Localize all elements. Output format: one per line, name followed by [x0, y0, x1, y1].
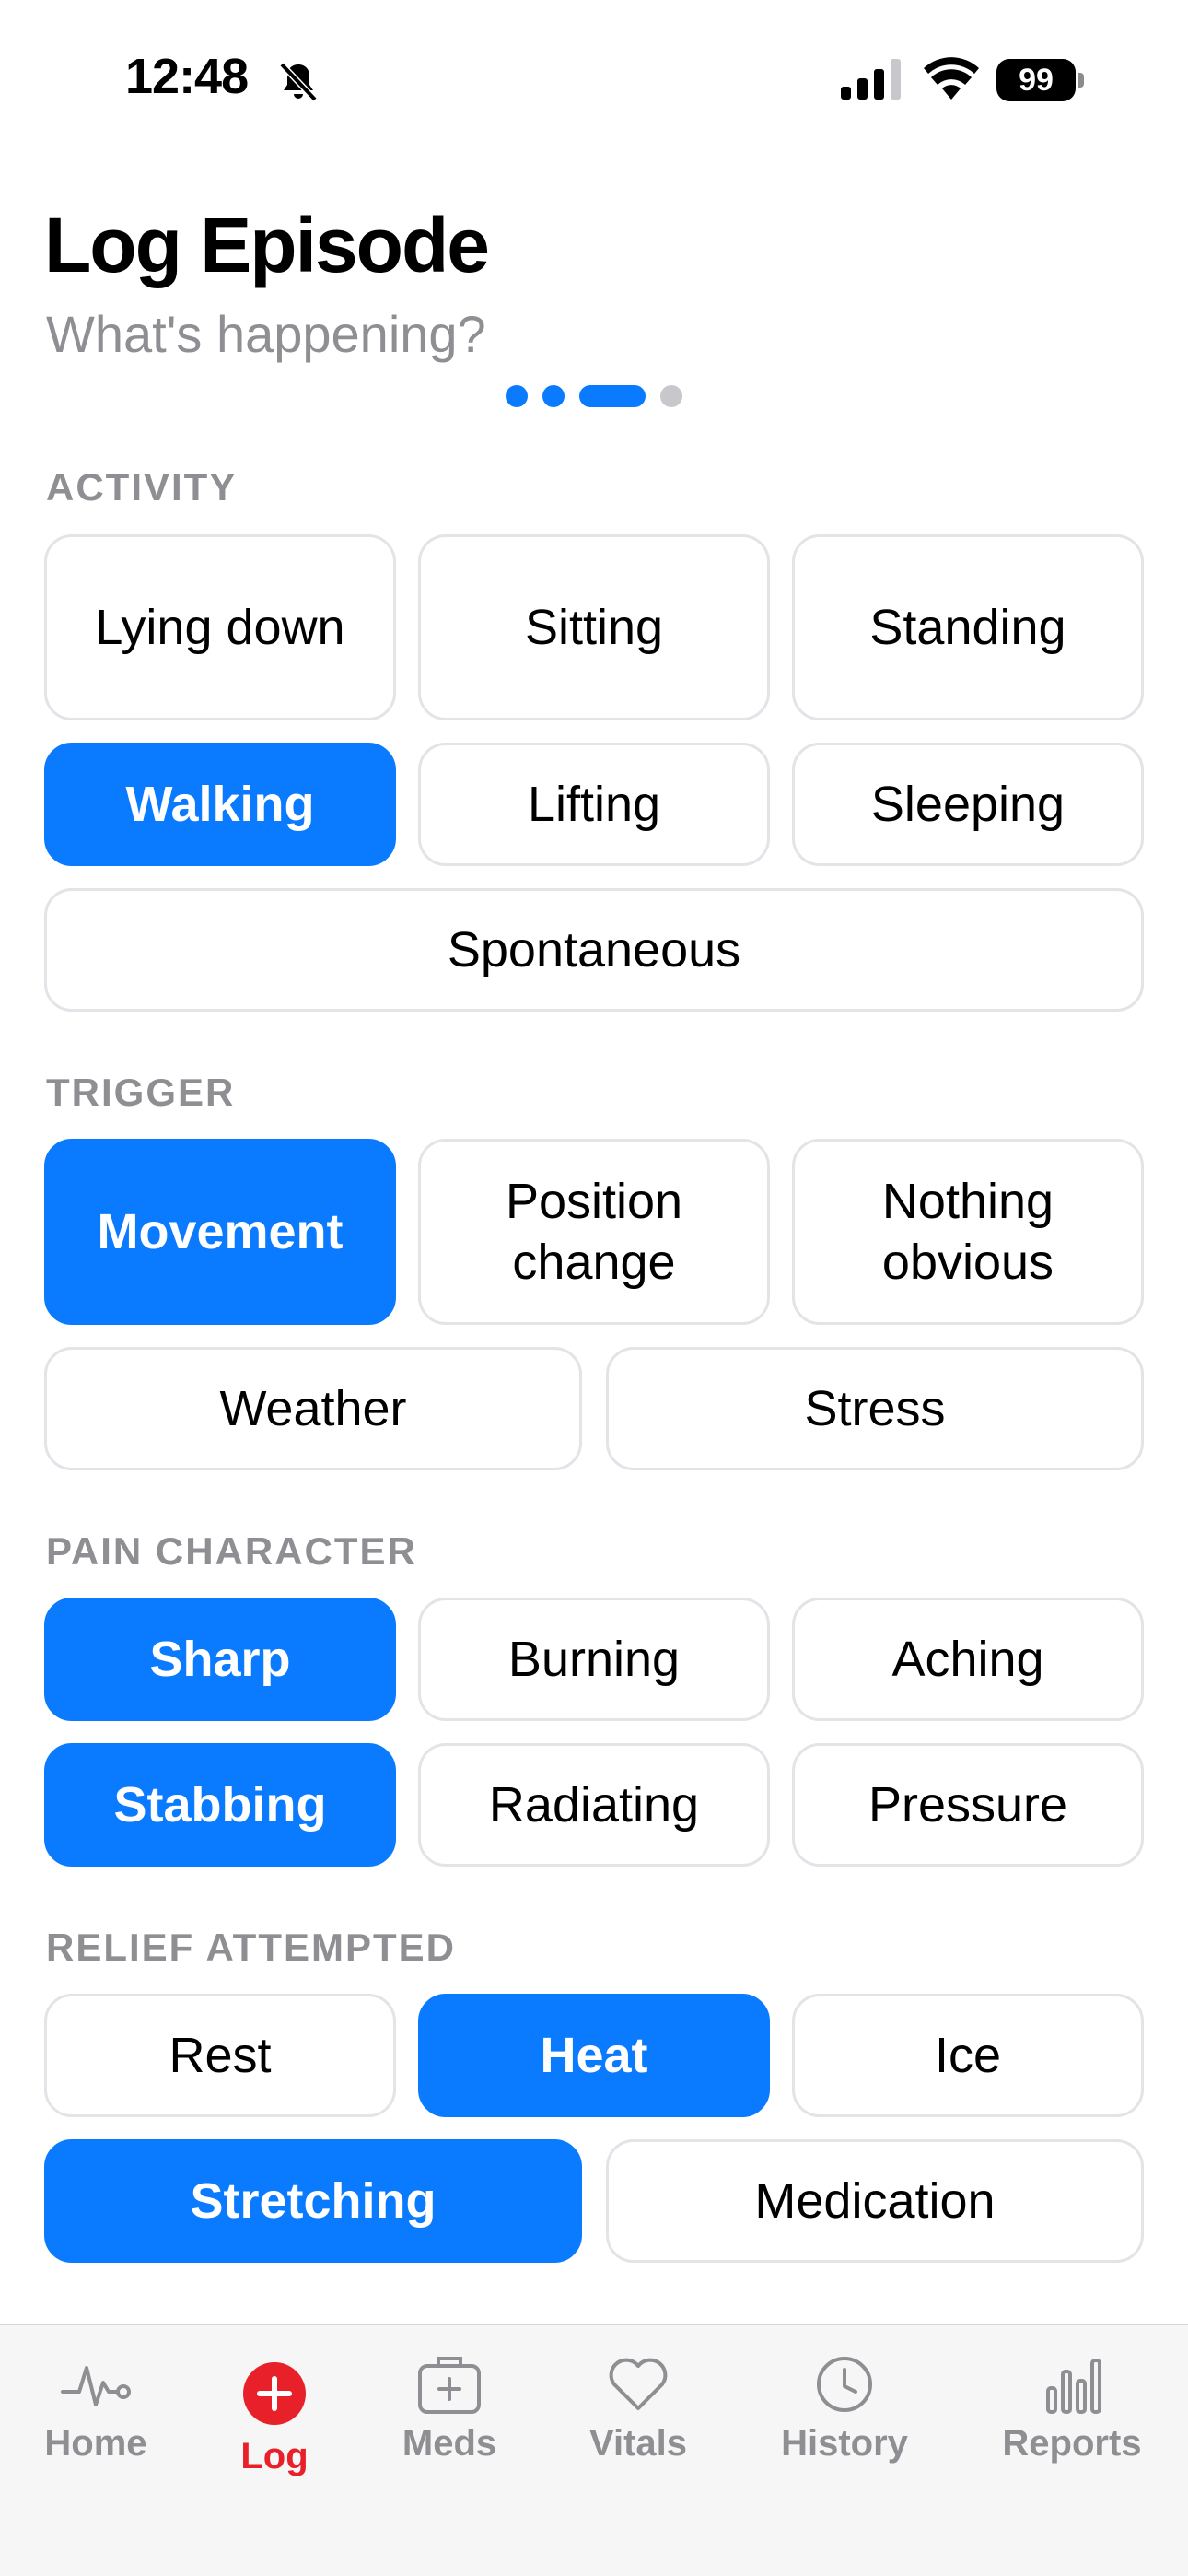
screen: 12:48 99 Log Episode What's happening? A…: [0, 0, 1188, 2576]
heart-icon: [609, 2358, 668, 2410]
trigger-option-stress[interactable]: Stress: [606, 1347, 1144, 1470]
clock-icon: [817, 2357, 872, 2412]
chip-label: Ice: [934, 2028, 1002, 2083]
step-dot-3: [579, 385, 646, 407]
activity-option-standing[interactable]: Standing: [792, 534, 1144, 720]
activity-option-lying-down[interactable]: Lying down: [44, 534, 396, 720]
activity-option-lifting[interactable]: Lifting: [418, 743, 770, 866]
chip-label: Movement: [97, 1204, 344, 1259]
tab-log[interactable]: Log: [192, 2348, 357, 2504]
chip-label: Medication: [754, 2173, 996, 2229]
battery-cap: [1078, 73, 1084, 88]
relief-section-label: RELIEF ATTEMPTED: [46, 1926, 456, 1969]
chip-label: Heat: [540, 2028, 648, 2083]
bell-muted-icon: [279, 62, 318, 102]
chip-label: Position change: [505, 1174, 683, 1290]
chip-label: Pressure: [868, 1777, 1068, 1832]
chip-label: Nothing obvious: [881, 1174, 1054, 1290]
tab-history[interactable]: History: [762, 2348, 927, 2504]
tab-reports[interactable]: Reports: [989, 2348, 1155, 2504]
activity-option-spontaneous[interactable]: Spontaneous: [44, 888, 1144, 1012]
pain-option-burning[interactable]: Burning: [418, 1598, 770, 1721]
plus-circle-icon: [243, 2362, 306, 2425]
tab-vitals[interactable]: Vitals: [555, 2348, 721, 2504]
relief-option-stretching[interactable]: Stretching: [44, 2139, 582, 2263]
step-dot-1: [506, 385, 528, 407]
chip-label: Rest: [169, 2028, 272, 2083]
page-title: Log Episode: [44, 202, 490, 288]
relief-option-heat[interactable]: Heat: [418, 1994, 770, 2117]
chip-label: Stretching: [190, 2173, 437, 2229]
tab-label: Home: [44, 2423, 147, 2464]
chip-label: Walking: [125, 777, 315, 832]
activity-option-walking[interactable]: Walking: [44, 743, 396, 866]
pain-option-pressure[interactable]: Pressure: [792, 1743, 1144, 1867]
relief-option-medication[interactable]: Medication: [606, 2139, 1144, 2263]
pain-option-aching[interactable]: Aching: [792, 1598, 1144, 1721]
medkit-icon: [418, 2357, 481, 2414]
chip-label: Spontaneous: [447, 922, 741, 978]
activity-option-sleeping[interactable]: Sleeping: [792, 743, 1144, 866]
chip-label: Lying down: [95, 600, 345, 655]
tab-home[interactable]: Home: [13, 2348, 179, 2504]
chip-label: Aching: [891, 1632, 1044, 1687]
tab-label: Vitals: [589, 2423, 687, 2464]
tab-label: History: [781, 2423, 908, 2464]
chip-label: Radiating: [488, 1777, 700, 1832]
status-time: 12:48: [125, 49, 249, 104]
status-bar: 12:48 99: [0, 0, 1188, 157]
relief-option-ice[interactable]: Ice: [792, 1994, 1144, 2117]
chip-label: Sharp: [149, 1632, 291, 1687]
trigger-option-position-change[interactable]: Position change: [418, 1139, 770, 1325]
battery-icon: 99: [996, 59, 1085, 101]
chip-label: Sleeping: [870, 777, 1066, 832]
chip-label: Lifting: [527, 777, 661, 832]
wifi-icon: [924, 57, 979, 100]
pain-option-stabbing[interactable]: Stabbing: [44, 1743, 396, 1867]
trigger-option-weather[interactable]: Weather: [44, 1347, 582, 1470]
pain-option-sharp[interactable]: Sharp: [44, 1598, 396, 1721]
chip-label: Stress: [804, 1381, 946, 1436]
tab-meds[interactable]: Meds: [367, 2348, 532, 2504]
page-subtitle: What's happening?: [46, 305, 486, 363]
tab-label: Meds: [402, 2423, 497, 2464]
cellular-signal-icon: [841, 59, 901, 100]
chip-label: Stabbing: [113, 1777, 327, 1832]
tab-label: Log: [240, 2436, 309, 2476]
chip-label: Weather: [219, 1381, 407, 1436]
bar-chart-icon: [1046, 2359, 1101, 2414]
step-indicator: [0, 385, 1188, 407]
chip-label: Sitting: [524, 600, 664, 655]
relief-option-rest[interactable]: Rest: [44, 1994, 396, 2117]
pain-option-radiating[interactable]: Radiating: [418, 1743, 770, 1867]
chip-label: Burning: [507, 1632, 681, 1687]
heartbeat-icon: [61, 2366, 131, 2406]
trigger-option-nothing-obvious[interactable]: Nothing obvious: [792, 1139, 1144, 1325]
step-dot-4: [660, 385, 682, 407]
activity-option-sitting[interactable]: Sitting: [418, 534, 770, 720]
step-dot-2: [542, 385, 565, 407]
trigger-section-label: TRIGGER: [46, 1071, 236, 1114]
trigger-option-movement[interactable]: Movement: [44, 1139, 396, 1325]
pain-character-section-label: PAIN CHARACTER: [46, 1529, 417, 1573]
activity-section-label: ACTIVITY: [46, 465, 238, 509]
battery-level: 99: [996, 59, 1076, 101]
tab-label: Reports: [1002, 2423, 1142, 2464]
chip-label: Standing: [869, 600, 1066, 655]
